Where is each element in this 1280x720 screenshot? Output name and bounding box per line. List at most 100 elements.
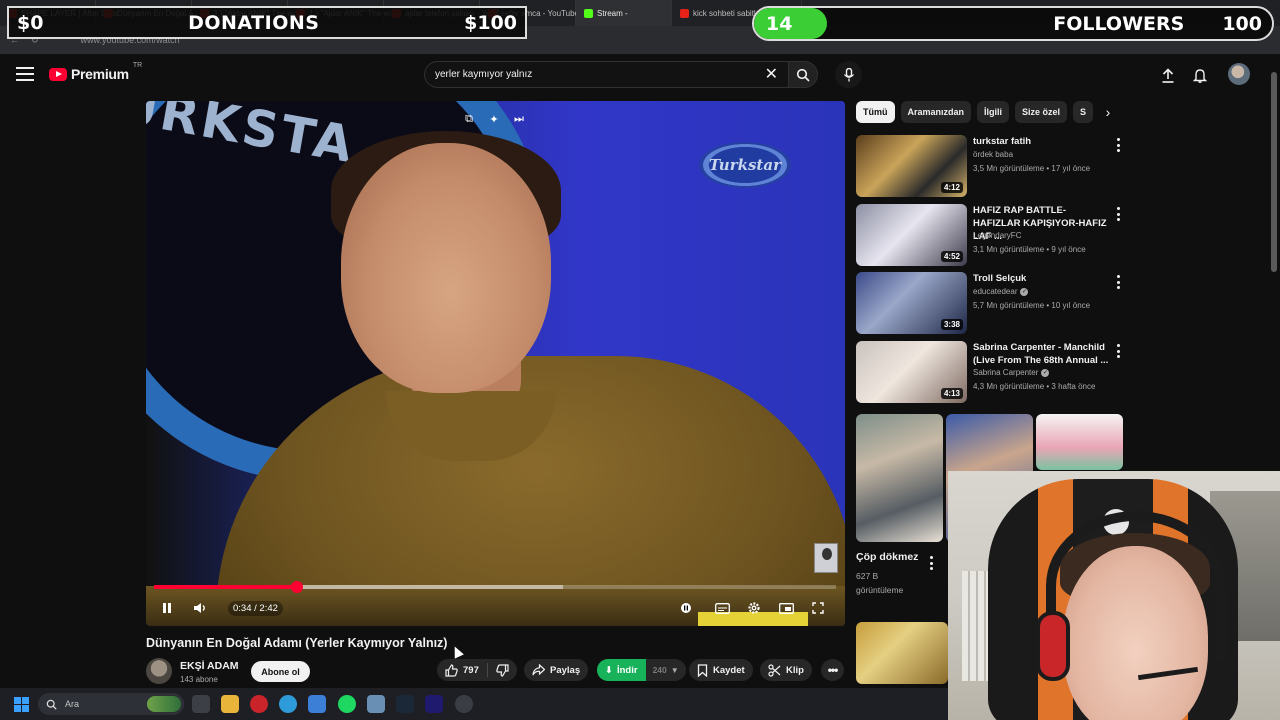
video-player[interactable]: URKSTA Turkstar ⧉ ✦ ⏭ 0:34 / 2:42 [146,101,845,626]
player-controls: 0:34 / 2:42 [146,595,845,621]
channel-name[interactable]: EKŞİ ADAM [180,660,239,672]
donation-goal: $100 [464,11,517,34]
subtitles-icon[interactable] [713,599,731,617]
recommended-channel[interactable]: ördek baba [973,150,1013,159]
subscribe-button[interactable]: Abone ol [251,661,310,682]
short-title[interactable]: Çöp dökmez [856,551,918,563]
video-duration: 4:13 [940,388,963,399]
youtube-header: Premium TR yerler kaymıyor yalnız ✕ [0,54,1268,96]
filter-chip[interactable]: İlgili [977,101,1010,123]
channel-watermark[interactable] [814,543,838,573]
donation-current: $0 [17,11,44,34]
clip-button[interactable]: Klip [760,659,812,681]
recommended-video-title[interactable]: Troll Selçuk [973,272,1113,285]
settings-gear-icon[interactable] [745,599,763,617]
filter-chip[interactable]: S [1073,101,1094,123]
search-input[interactable]: yerler kaymıyor yalnız ✕ [424,61,788,88]
video-thumbnail[interactable]: 4:52 [856,204,967,266]
share-button[interactable]: Paylaş [524,659,589,681]
filter-chip[interactable]: Size özel [1015,101,1068,123]
dislike-button[interactable] [488,659,517,681]
recommended-meta: 3,5 Mn görüntüleme • 17 yıl önce [973,164,1091,173]
video-options-icon[interactable] [1114,275,1122,289]
like-dislike-group: 797 [437,659,517,681]
recommended-video[interactable]: 4:52 HAFIZ RAP BATTLE-HAFIZLAR KAPIŞIYOR-… [856,204,1126,268]
short-thumbnail[interactable] [856,414,943,542]
recommended-video[interactable]: 4:12 turkstar fatih ördek baba 3,5 Mn görün… [856,135,1126,199]
video-thumbnail[interactable]: 3:38 [856,272,967,334]
chevron-right-icon[interactable]: › [1100,104,1116,120]
voice-search-button[interactable] [835,61,862,88]
follower-title: FOLLOWERS [1053,12,1185,35]
notifications-bell-icon[interactable] [1190,65,1210,85]
tab-favicon-icon [584,8,593,18]
recommended-channel[interactable]: Sabrina Carpenter ✓ [973,368,1050,377]
ai-sparkle-icon[interactable]: ✦ [487,112,501,126]
recommended-video-title[interactable]: Sabrina Carpenter - Manchild (Live From … [973,341,1113,367]
video-progress-bar[interactable] [154,581,836,593]
donation-goal-overlay: $0 DONATIONS $100 [7,6,527,39]
volume-icon[interactable] [191,599,209,617]
filter-chip[interactable]: Tümü [856,101,895,123]
theater-mode-icon[interactable] [777,599,795,617]
more-actions-icon[interactable]: ••• [821,659,844,681]
miniplayer-icon[interactable]: ⧉ [462,112,476,126]
like-button[interactable]: 797 [437,659,487,681]
clear-search-icon[interactable]: ✕ [765,66,778,83]
channel-avatar[interactable] [146,658,172,684]
time-display: 0:34 / 2:42 [228,601,283,616]
task-view-icon[interactable] [192,695,210,713]
short-views: 627 B görüntüleme [856,571,904,595]
skip-next-icon[interactable]: ⏭ [512,112,526,126]
video-thumbnail[interactable]: 4:12 [856,135,967,197]
download-caret-icon[interactable]: ▼ [671,666,686,675]
file-explorer-icon[interactable] [221,695,239,713]
short-thumbnail[interactable] [856,622,948,684]
browser-tab[interactable]: Stream - [576,0,672,26]
recommended-video[interactable]: 4:13 Sabrina Carpenter - Manchild (Live F… [856,341,1126,405]
video-thumbnail[interactable]: 4:13 [856,341,967,403]
photos-icon[interactable] [367,695,385,713]
page-scrollbar[interactable] [1268,54,1280,471]
spotify-icon[interactable] [338,695,356,713]
save-button[interactable]: Kaydet [689,659,753,681]
video-options-icon[interactable] [1114,344,1122,358]
video-duration: 3:38 [940,319,963,330]
taskbar-search[interactable]: Ara [38,693,184,715]
steam-icon[interactable] [396,695,414,713]
search-button[interactable] [788,61,818,88]
account-avatar[interactable] [1228,63,1250,85]
download-button[interactable]: ⬇ İndir 240 ▼ [597,659,686,681]
short-thumbnail[interactable] [1036,414,1123,470]
fullscreen-icon[interactable] [809,599,827,617]
windows-start-icon[interactable] [14,697,29,712]
recommended-video-title[interactable]: turkstar fatih [973,135,1113,148]
like-count: 797 [463,664,479,676]
recommended-channel[interactable]: LegendaryFC [973,231,1021,240]
recommended-video[interactable]: 3:38 Troll Selçuk educatedear ✓ 5,7 Mn görün… [856,272,1126,336]
notepad-icon[interactable] [308,695,326,713]
after-effects-icon[interactable] [425,695,443,713]
follower-goal: 100 [1222,12,1262,35]
pause-icon[interactable] [158,599,176,617]
edge-browser-icon[interactable] [279,695,297,713]
short-options-icon[interactable] [929,556,933,570]
obs-icon[interactable] [455,695,473,713]
upload-icon[interactable] [1158,65,1178,85]
hamburger-menu-icon[interactable] [16,67,34,81]
turkstar-logo: Turkstar [699,142,791,188]
youtube-premium-logo[interactable]: Premium TR [49,62,142,82]
opera-browser-icon[interactable] [250,695,268,713]
screen: SHAPE LAYER | After EffecDünyanın En Doğ… [0,0,1280,720]
country-code: TR [132,62,143,69]
filter-chip[interactable]: Aramanızdan [900,101,972,123]
played-bar [154,585,298,589]
video-options-icon[interactable] [1114,138,1122,152]
video-options-icon[interactable] [1114,207,1122,221]
tab-favicon-icon [680,8,689,18]
microphone-icon [843,67,854,81]
total-time: 2:42 [259,603,278,614]
recommended-channel[interactable]: educatedear ✓ [973,287,1029,296]
download-count: 240 [652,665,667,675]
autoplay-toggle-icon[interactable] [677,599,695,617]
